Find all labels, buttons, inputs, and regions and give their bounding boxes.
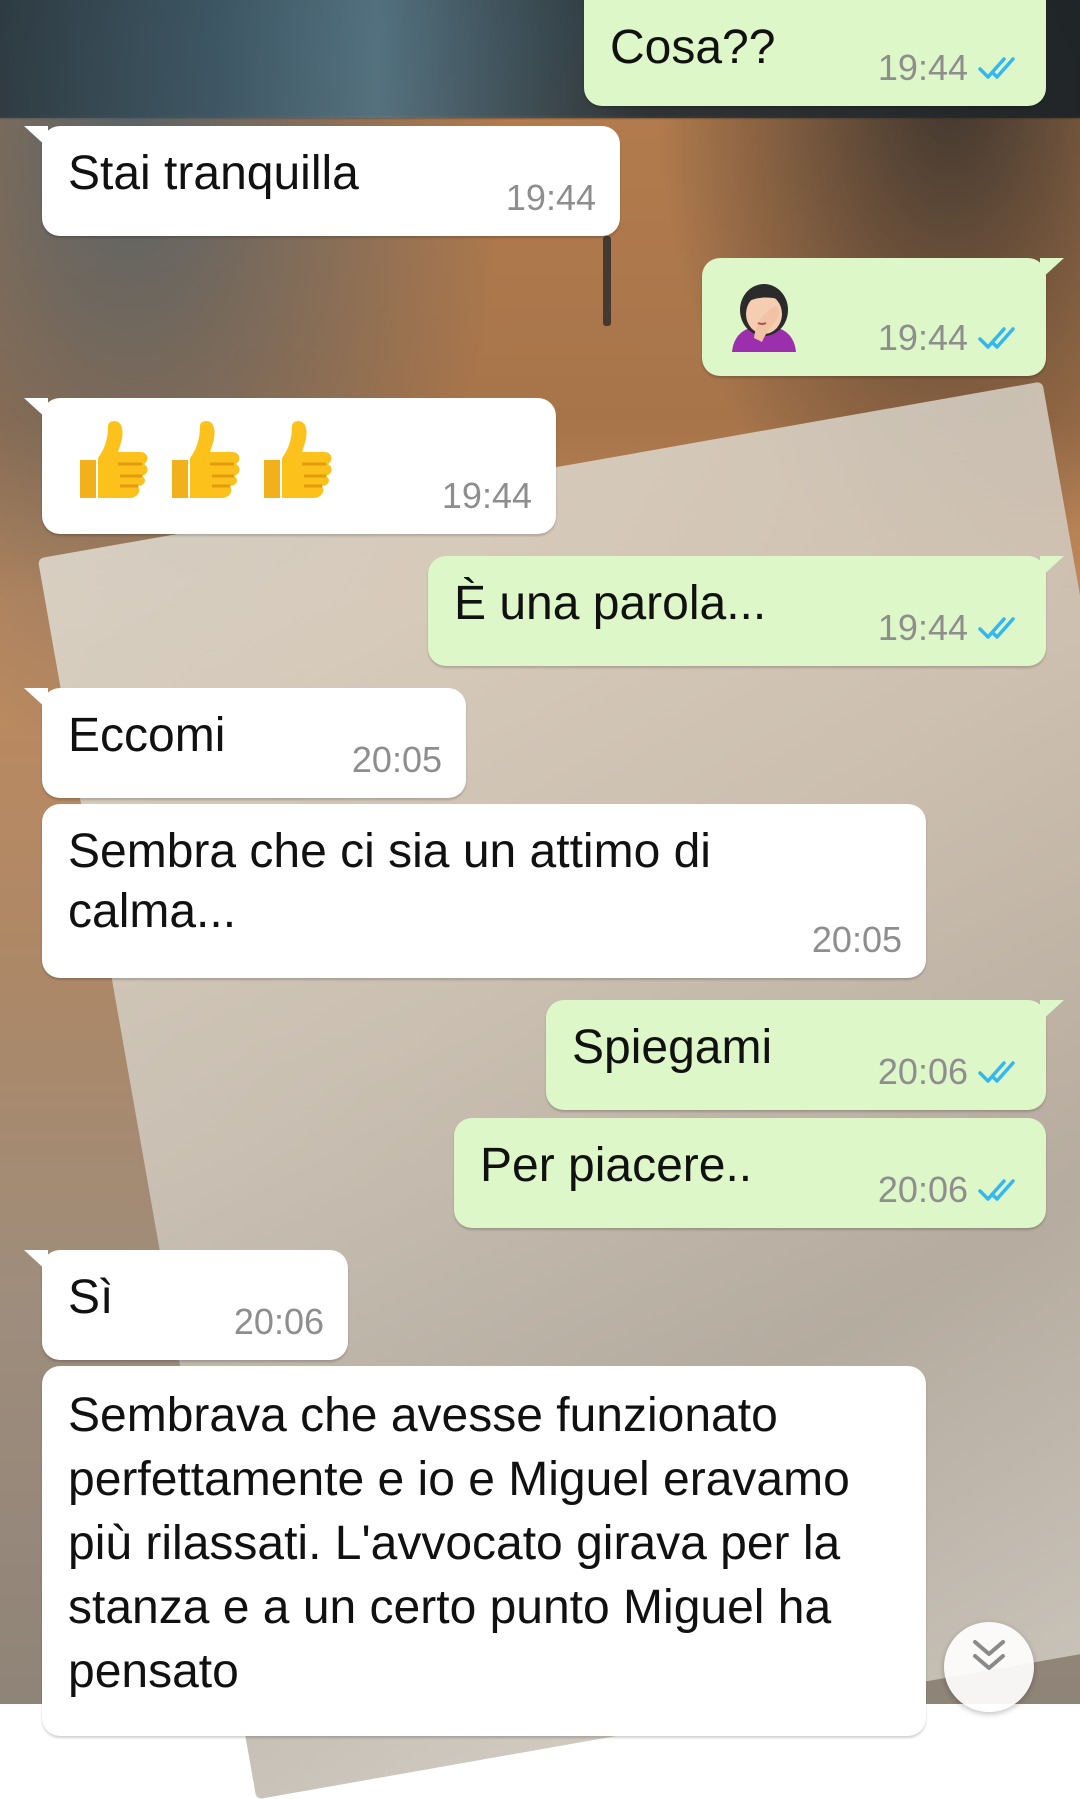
message-text: È una parola...	[454, 577, 767, 630]
read-ticks-icon	[978, 1061, 1015, 1083]
message-outgoing[interactable]: 19:44	[702, 258, 1064, 376]
message-time: 19:44	[441, 475, 532, 516]
message-incoming[interactable]: Sembrava che avesse funzionato perfettam…	[42, 1366, 926, 1736]
message-list[interactable]: Cosa?? 19:44 Stai tranquilla 19:44 19:44	[0, 0, 1080, 1736]
read-ticks-icon	[978, 617, 1015, 639]
read-ticks-icon	[978, 57, 1015, 79]
message-meta: 19:44	[878, 48, 1022, 88]
read-ticks-icon	[978, 327, 1015, 349]
message-time: 19:44	[877, 317, 968, 358]
message-time: 19:44	[877, 607, 968, 648]
message-outgoing[interactable]: È una parola... 19:44	[428, 556, 1064, 666]
message-time: 20:06	[877, 1051, 968, 1092]
thumbs-up-icon	[264, 421, 332, 498]
message-meta: 19:44	[506, 178, 596, 218]
message-text: Cosa??	[610, 21, 776, 74]
message-text: Stai tranquilla	[68, 147, 359, 200]
message-text: Per piacere..	[480, 1139, 753, 1192]
message-outgoing[interactable]: Cosa?? 19:44	[584, 0, 1064, 106]
emoji-row	[68, 414, 336, 504]
message-incoming[interactable]: Sì 20:06	[24, 1250, 348, 1360]
message-meta: 20:05	[352, 740, 442, 780]
message-meta: 19:44	[878, 608, 1022, 648]
message-meta: 19:44	[442, 476, 532, 516]
scroll-to-bottom-button[interactable]	[944, 1622, 1034, 1712]
woman-facepalming-icon	[732, 284, 796, 352]
thumbs-up-icon	[80, 421, 148, 498]
read-ticks-icon	[978, 1179, 1015, 1201]
message-meta: 20:06	[234, 1302, 324, 1342]
double-chevron-down-icon	[973, 1640, 1005, 1670]
message-incoming[interactable]: Stai tranquilla 19:44	[24, 126, 620, 236]
message-meta: 19:44	[878, 318, 1022, 358]
message-text: Eccomi	[68, 709, 226, 762]
message-meta: 20:06	[878, 1052, 1022, 1092]
message-time: 20:05	[811, 919, 902, 960]
message-incoming[interactable]: Eccomi 20:05	[24, 688, 466, 798]
message-time: 19:44	[505, 177, 596, 218]
message-text: Sembrava che avesse funzionato perfettam…	[68, 1389, 850, 1698]
thumbs-up-icon	[172, 421, 240, 498]
message-time: 19:44	[877, 47, 968, 88]
message-incoming[interactable]: 19:44	[24, 398, 556, 534]
message-outgoing[interactable]: Spiegami 20:06	[546, 1000, 1064, 1110]
message-outgoing[interactable]: Per piacere.. 20:06	[454, 1118, 1046, 1228]
message-time: 20:06	[233, 1301, 324, 1342]
message-meta: 20:05	[812, 920, 902, 960]
message-meta: 20:06	[878, 1170, 1022, 1210]
message-text: Sembra che ci sia un attimo di calma...	[68, 825, 711, 938]
message-text: Sì	[68, 1271, 114, 1324]
message-text: Spiegami	[572, 1021, 773, 1074]
message-time: 20:06	[877, 1169, 968, 1210]
message-time: 20:05	[351, 739, 442, 780]
message-incoming[interactable]: Sembra che ci sia un attimo di calma... …	[42, 804, 926, 978]
